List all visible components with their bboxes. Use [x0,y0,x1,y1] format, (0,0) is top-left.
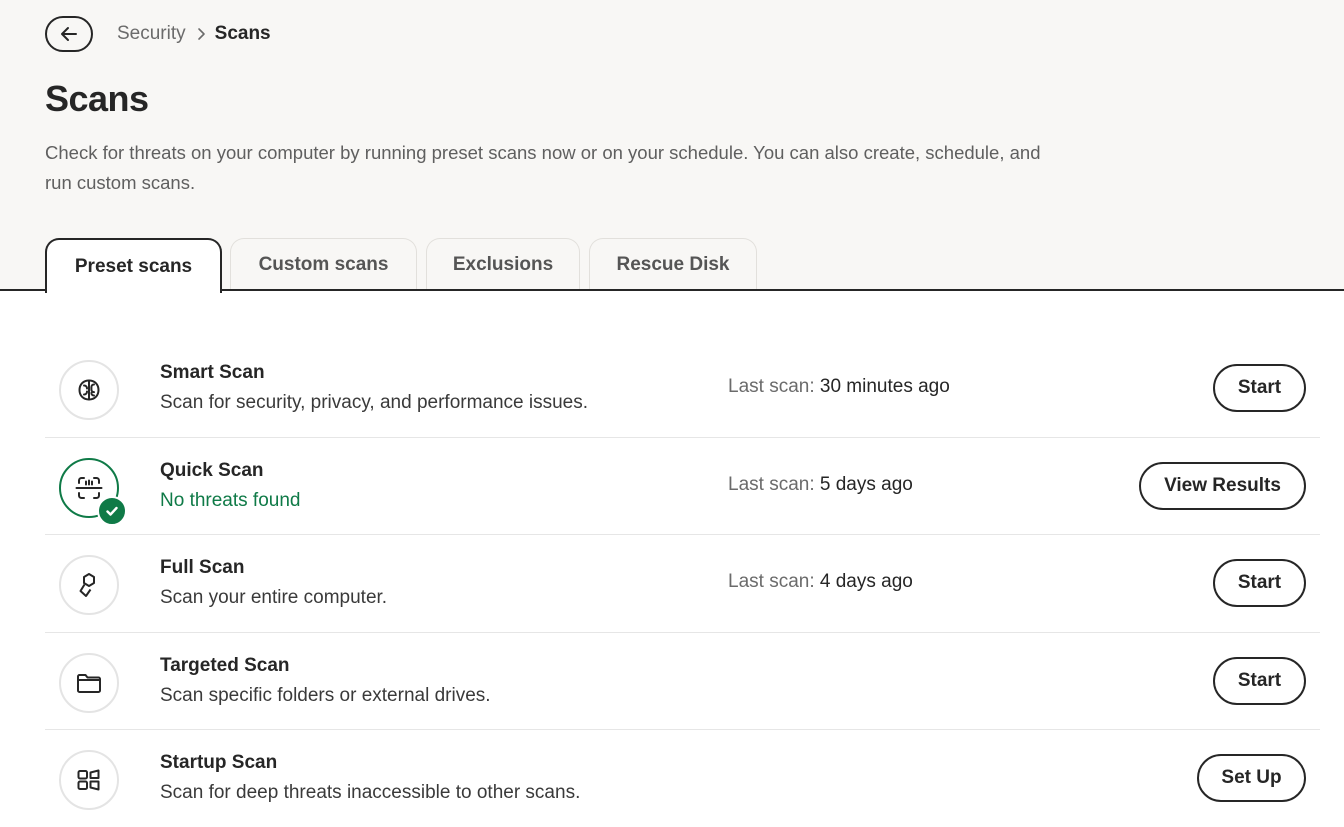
last-scan-value: 5 days ago [819,473,913,495]
back-button[interactable] [45,16,93,52]
last-scan-value: 4 days ago [819,571,913,592]
arrow-left-icon [61,27,77,41]
last-scan-label: Last scan: [728,473,815,495]
tab-exclusions[interactable]: Exclusions [426,238,580,290]
scan-row-smart-scan: Smart Scan Scan for security, privacy, a… [45,340,1320,438]
header-area: Security Scans Scans Check for threats o… [0,0,1344,293]
page-title: Scans [45,78,149,119]
check-icon [97,495,127,526]
breadcrumb-current: Scans [214,23,271,44]
scan-frame-icon [59,457,127,526]
tab-custom-scans[interactable]: Custom scans [230,238,417,290]
scan-row-quick-scan: Quick Scan No threats found Last scan: 5… [45,438,1320,535]
scan-name: Smart Scan [160,362,265,383]
scan-row-startup-scan: Startup Scan Scan for deep threats inacc… [45,730,1320,827]
start-targeted-scan-button[interactable]: Start [1213,656,1306,705]
scan-list: Smart Scan Scan for security, privacy, a… [45,340,1320,827]
scan-description: Scan for security, privacy, and performa… [160,392,589,413]
start-smart-scan-button[interactable]: Start [1213,364,1306,412]
last-scan-label: Last scan: [728,376,815,397]
breadcrumb-security-link[interactable]: Security [117,23,186,45]
scan-row-targeted-scan: Targeted Scan Scan specific folders or e… [45,633,1320,730]
last-scan: Last scan: 4 days ago [728,571,913,593]
last-scan-value: 30 minutes ago [819,376,950,397]
chevron-right-icon [196,27,206,41]
scan-description: Scan specific folders or external drives… [160,684,491,706]
breadcrumb: Security Scans [117,22,271,46]
scan-row-full-scan: Full Scan Scan your entire computer. Las… [45,535,1320,633]
tab-bar: Preset scans Custom scans Exclusions Res… [0,238,1344,293]
page-description: Check for threats on your computer by ru… [45,142,1041,193]
windows-icon [59,750,119,810]
scan-name: Full Scan [160,557,245,578]
brain-icon [59,360,119,420]
scan-description: Scan for deep threats inaccessible to ot… [160,782,581,803]
scan-name: Targeted Scan [160,654,290,676]
scan-name: Startup Scan [160,752,278,773]
last-scan-label: Last scan: [728,571,815,592]
scan-description: Scan your entire computer. [160,587,388,608]
folder-icon [59,652,119,713]
scan-name: Quick Scan [160,459,264,481]
tab-preset-scans[interactable]: Preset scans [45,238,222,293]
start-full-scan-button[interactable]: Start [1213,559,1306,607]
tab-rescue-disk[interactable]: Rescue Disk [589,238,757,290]
scan-status: No threats found [160,489,301,511]
set-up-startup-scan-button[interactable]: Set Up [1197,754,1306,802]
shapes-icon [59,555,119,615]
view-results-button[interactable]: View Results [1139,461,1306,510]
last-scan: Last scan: 30 minutes ago [728,376,950,398]
last-scan: Last scan: 5 days ago [728,474,913,496]
